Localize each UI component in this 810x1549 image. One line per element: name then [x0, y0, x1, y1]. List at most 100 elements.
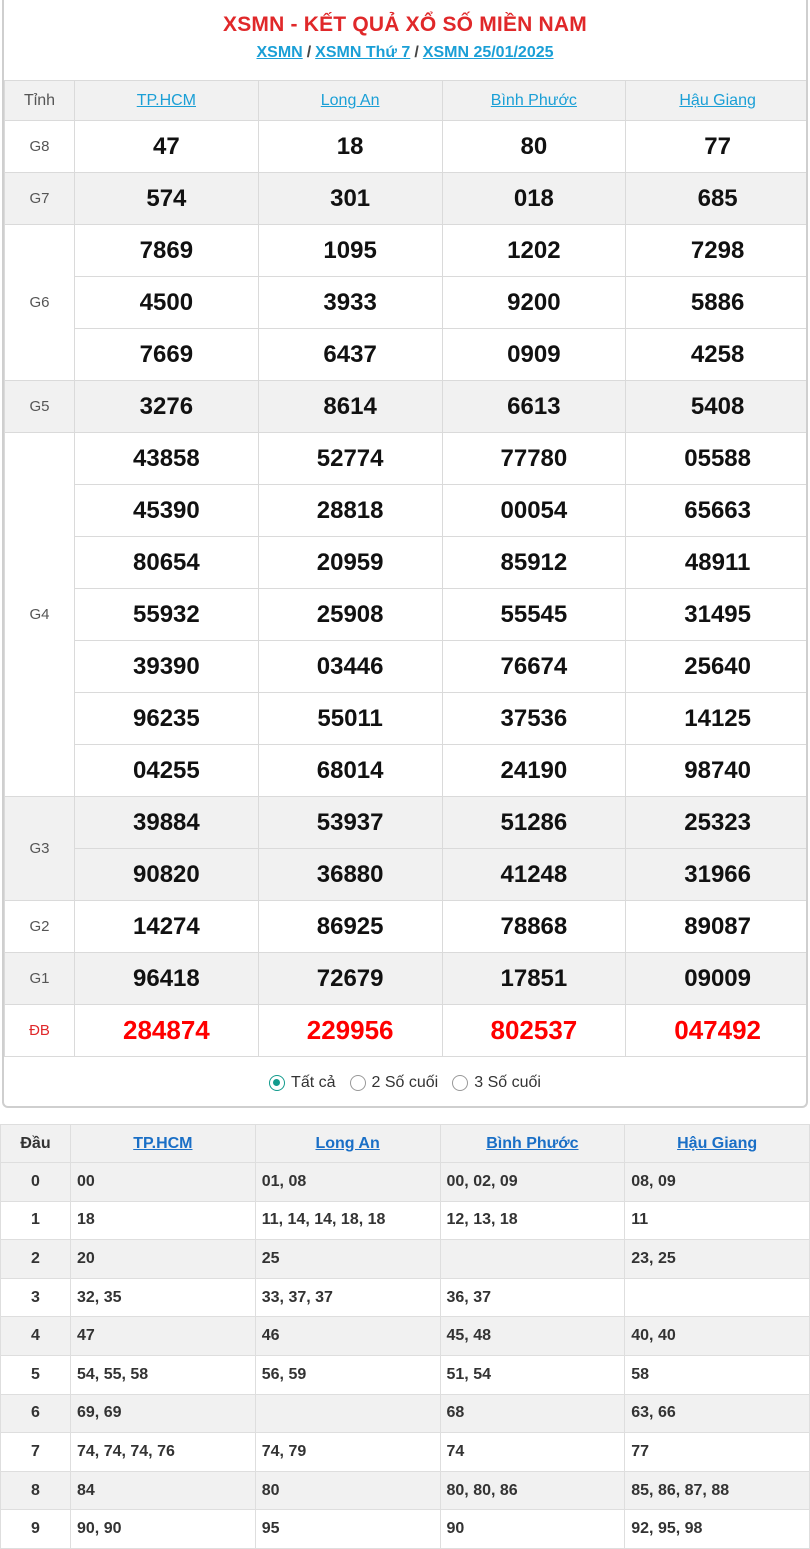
prize-number: 4500 — [74, 276, 259, 329]
prize-label: ĐB — [4, 1004, 75, 1057]
loto-values: 80 — [254, 1470, 441, 1511]
filter-2-digits-radio[interactable]: 2 Số cuối — [349, 1074, 438, 1092]
loto-values: 12, 13, 18 — [439, 1200, 626, 1241]
breadcrumb-separator: / — [306, 44, 312, 61]
loto-row: 7 74, 74, 74, 76 74, 79 74 77 — [0, 1432, 810, 1472]
prize-number: 85912 — [441, 536, 627, 589]
province-link-tphcm[interactable]: TP.HCM — [137, 92, 196, 109]
loto-values: 54, 55, 58 — [70, 1354, 256, 1395]
prize-label: G6 — [4, 224, 75, 381]
loto-row: 8 84 80 80, 80, 86 85, 86, 87, 88 — [0, 1470, 810, 1511]
prize-number: 7298 — [625, 224, 806, 277]
prize-number: 48911 — [625, 536, 806, 589]
prize-number: 51286 — [441, 796, 627, 849]
prize-number: 1202 — [441, 224, 627, 277]
head-digit: 2 — [0, 1239, 71, 1279]
prize-number: 65663 — [625, 484, 806, 537]
filter-all-label: Tất cả — [291, 1074, 336, 1091]
filter-3-digits-radio[interactable]: 3 Số cuối — [452, 1074, 541, 1092]
province-link-binh-phuoc[interactable]: Bình Phước — [491, 92, 577, 109]
loto-values: 69, 69 — [70, 1393, 256, 1434]
breadcrumb-separator: / — [414, 44, 419, 61]
prize-number: 25323 — [625, 796, 806, 849]
prize-label: G8 — [4, 120, 75, 173]
head-digit: 8 — [0, 1470, 71, 1511]
province-link-long-an[interactable]: Long An — [321, 92, 380, 109]
results-body: G8 47 18 80 77 G7 574 301 018 685 G6 7869 1095 1202 72… — [4, 120, 806, 1057]
results-table: Tỉnh TP.HCM Long An Bình Phước Hậu Giang… — [4, 80, 806, 1057]
prize-number: 52774 — [257, 432, 443, 485]
prize-number: 31966 — [625, 848, 806, 901]
prize-label: G7 — [4, 172, 75, 225]
filter-all-radio[interactable]: Tất cả — [269, 1074, 336, 1092]
radio-unselected-icon — [349, 1075, 366, 1091]
loto-head-table: Đầu TP.HCM Long An Bình Phước Hậu Giang … — [0, 1124, 810, 1549]
prize-number: 77 — [625, 120, 806, 173]
loto-values: 18 — [70, 1200, 256, 1241]
loto-row: 0 00 01, 08 00, 02, 09 08, 09 — [0, 1162, 810, 1202]
loto-values — [439, 1239, 626, 1279]
loto-province-link-tphcm[interactable]: TP.HCM — [133, 1135, 192, 1152]
loto-values: 56, 59 — [254, 1354, 441, 1395]
loto-values: 00 — [70, 1162, 256, 1202]
prize-number: 43858 — [74, 432, 259, 485]
prize-number: 25640 — [625, 640, 806, 693]
prize-number: 4258 — [625, 328, 806, 381]
head-digit: 0 — [0, 1162, 71, 1202]
loto-values: 68 — [439, 1393, 626, 1434]
prize-label: G5 — [4, 380, 75, 433]
digit-filter: Tất cả 2 Số cuối 3 Số cuối — [4, 1057, 806, 1106]
breadcrumb-xsmn-thu-7[interactable]: XSMN Thứ 7 — [315, 44, 410, 61]
loto-values: 90 — [439, 1509, 626, 1549]
loto-row: 4 47 46 45, 48 40, 40 — [0, 1316, 810, 1356]
loto-province-link-hau-giang[interactable]: Hậu Giang — [677, 1135, 757, 1152]
prize-number: 574 — [74, 172, 259, 225]
loto-row: 3 32, 35 33, 37, 37 36, 37 — [0, 1277, 810, 1318]
prize-number: 55932 — [74, 588, 259, 641]
prize-number: 37536 — [441, 692, 627, 745]
loto-values: 32, 35 — [70, 1277, 256, 1318]
loto-values — [624, 1277, 810, 1318]
breadcrumb-xsmn[interactable]: XSMN — [256, 44, 302, 61]
prize-number: 18 — [257, 120, 443, 173]
prize-row: G4 43858 52774 77780 05588 — [4, 432, 806, 797]
prize-number: 3276 — [74, 380, 259, 433]
loto-values: 51, 54 — [439, 1354, 626, 1395]
loto-values: 33, 37, 37 — [254, 1277, 441, 1318]
loto-province-link-binh-phuoc[interactable]: Bình Phước — [486, 1135, 578, 1152]
prize-number: 018 — [441, 172, 627, 225]
prize-row: 7669 6437 0909 4258 — [5, 328, 806, 381]
loto-row: 9 90, 90 95 90 92, 95, 98 — [0, 1509, 810, 1549]
prize-number: 53937 — [257, 796, 443, 849]
loto-province-header: Bình Phước — [439, 1124, 626, 1163]
loto-values: 01, 08 — [254, 1162, 441, 1202]
prize-number: 28818 — [257, 484, 443, 537]
prize-number: 77780 — [441, 432, 627, 485]
loto-province-link-long-an[interactable]: Long An — [315, 1135, 379, 1152]
results-card: XSMN - KẾT QUẢ XỔ SỐ MIỀN NAM XSMN / XSMN … — [2, 0, 808, 1108]
prize-label: G2 — [4, 900, 75, 953]
loto-values: 47 — [70, 1316, 256, 1356]
province-column-label: Tỉnh — [4, 80, 75, 121]
head-digit: 6 — [0, 1393, 71, 1434]
loto-values: 58 — [624, 1354, 810, 1395]
special-prize-number: 284874 — [74, 1004, 259, 1057]
province-link-hau-giang[interactable]: Hậu Giang — [679, 92, 756, 109]
head-digit: 4 — [0, 1316, 71, 1356]
loto-values: 74, 79 — [254, 1432, 441, 1472]
prize-number: 14125 — [625, 692, 806, 745]
prize-number: 98740 — [625, 744, 806, 797]
loto-values: 84 — [70, 1470, 256, 1511]
prize-number: 47 — [74, 120, 259, 173]
loto-values: 92, 95, 98 — [624, 1509, 810, 1549]
head-digit: 7 — [0, 1432, 71, 1472]
prize-row: G6 7869 1095 1202 7298 — [4, 224, 806, 381]
loto-values: 25 — [254, 1239, 441, 1279]
prize-number: 86925 — [257, 900, 443, 953]
breadcrumb-xsmn-date[interactable]: XSMN 25/01/2025 — [423, 44, 554, 61]
loto-values: 74 — [439, 1432, 626, 1472]
head-column-label: Đầu — [0, 1124, 71, 1163]
loto-province-header: Hậu Giang — [624, 1124, 810, 1163]
head-digit: 3 — [0, 1277, 71, 1318]
prize-number: 41248 — [441, 848, 627, 901]
